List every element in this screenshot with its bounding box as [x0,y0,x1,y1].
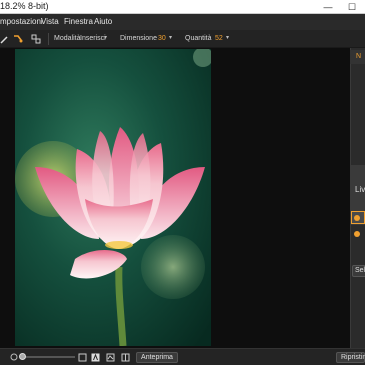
zoom-slider-handle[interactable] [19,353,26,360]
fit-view-icon[interactable] [78,353,87,362]
mode-label: Modalità [54,35,81,42]
toolbar-separator [48,33,49,45]
size-label: Dimensione [120,35,157,42]
brush-tool-icon[interactable] [0,33,12,45]
bottom-bar: Anteprima Ripristin [0,348,365,365]
quantity-label: Quantità [185,35,212,42]
app-window: 18.2% 8-bit) — ☐ mpostazioni Vista Fines… [0,0,365,365]
menu-vista[interactable]: Vista [41,17,59,26]
preview-button[interactable]: Anteprima [136,352,178,363]
zoom-out-icon[interactable] [10,353,18,361]
healing-brush-icon[interactable] [12,33,24,45]
menu-impostazioni[interactable]: mpostazioni [0,17,43,26]
minimize-button[interactable]: — [316,0,340,14]
split-view-icon[interactable] [121,353,130,362]
compare-icon[interactable] [106,353,115,362]
actual-size-icon[interactable] [91,353,100,362]
reset-button[interactable]: Ripristin [336,352,365,363]
panel-tab-label: N [356,53,362,60]
window-title: 18.2% 8-bit) [0,1,49,11]
layers-label: Liv [355,185,365,194]
quantity-value[interactable]: 52 [215,35,223,42]
tool-options-bar: Modalità Inserisci ▾ Dimensione 30 ▾ Qua… [0,30,365,48]
mode-dropdown[interactable]: Inserisci [80,35,106,42]
title-bar: 18.2% 8-bit) — ☐ [0,0,365,14]
chevron-down-icon[interactable]: ▾ [169,34,172,41]
menu-finestra[interactable]: Finestra [64,17,93,26]
lotus-photo[interactable] [15,49,211,346]
layer-visibility-icon[interactable] [354,215,360,221]
menu-bar: mpostazioni Vista Finestra Aiuto [0,14,365,30]
clone-options-icon[interactable] [30,33,42,45]
layer-visibility-icon[interactable] [354,231,360,237]
size-value[interactable]: 30 [158,35,166,42]
chevron-down-icon[interactable]: ▾ [226,34,229,41]
menu-aiuto[interactable]: Aiuto [94,17,112,26]
select-button[interactable]: Sel [352,265,365,277]
zoom-slider-track[interactable] [20,356,75,358]
chevron-down-icon[interactable]: ▾ [104,34,107,41]
maximize-button[interactable]: ☐ [340,0,364,14]
